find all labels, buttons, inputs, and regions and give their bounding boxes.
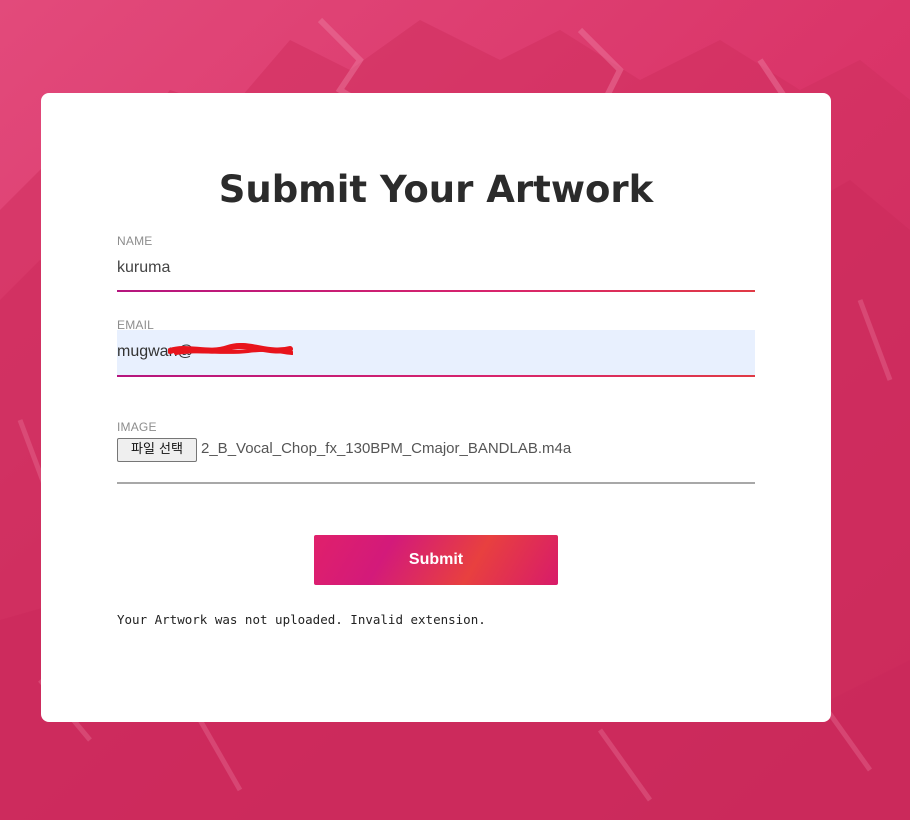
image-label: IMAGE — [117, 420, 157, 434]
name-label: NAME — [117, 234, 153, 248]
artwork-form-card: Submit Your Artwork NAME kuruma EMAIL mu… — [41, 93, 831, 722]
image-underline — [117, 482, 755, 484]
choose-file-button[interactable]: 파일 선택 — [117, 438, 197, 462]
name-field[interactable]: kuruma — [117, 259, 170, 277]
page-title: Submit Your Artwork — [218, 168, 654, 211]
redaction-scribble — [168, 343, 293, 355]
upload-status-message: Your Artwork was not uploaded. Invalid e… — [117, 612, 486, 627]
submit-button[interactable]: Submit — [314, 535, 558, 585]
email-underline — [117, 375, 755, 377]
name-underline — [117, 290, 755, 292]
selected-file-name: 2_B_Vocal_Chop_fx_130BPM_Cmajor_BANDLAB.… — [201, 440, 572, 457]
